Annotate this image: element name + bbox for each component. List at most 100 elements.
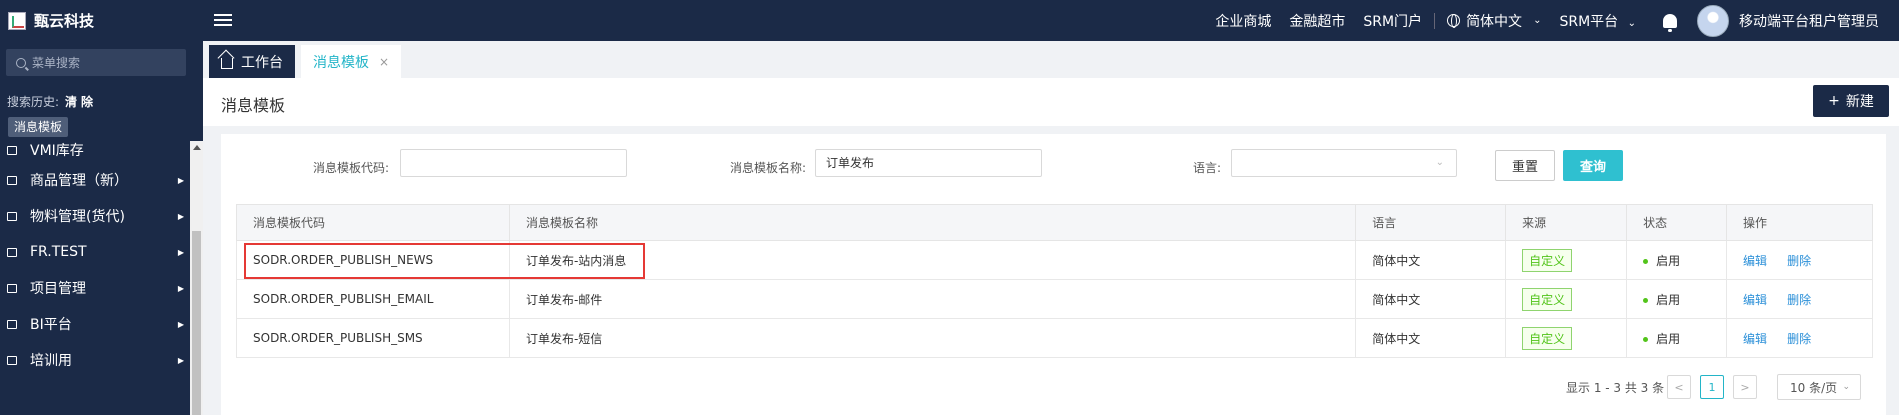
nav-link-mall[interactable]: 企业商城 [1215,11,1271,31]
status-cell: 启用 [1626,240,1728,280]
language-cell: 简体中文 [1355,240,1507,280]
sidebar-scrollbar[interactable] [190,141,203,415]
status-text: 启用 [1656,292,1681,307]
plus-icon: + [1828,93,1840,109]
sidebar-item-label: VMI库存 [30,143,84,159]
scroll-up-icon[interactable] [193,145,201,150]
sidebar-item-projects[interactable]: 项目管理 ▶ [0,274,190,302]
actions-cell: 编辑 删除 [1726,318,1873,358]
edit-link[interactable]: 编辑 [1743,332,1767,346]
status-text: 启用 [1656,331,1681,346]
logo[interactable]: 甄云科技 [0,0,200,41]
delete-link[interactable]: 删除 [1787,254,1811,268]
status-cell: 启用 [1626,279,1728,319]
language-selector[interactable]: 简体中文 ⌄ [1447,11,1541,31]
close-icon[interactable]: × [379,55,389,69]
sidebar-item-materials[interactable]: 物料管理(货代) ▶ [0,202,190,230]
language-cell: 简体中文 [1355,318,1507,358]
delete-link[interactable]: 删除 [1787,332,1811,346]
page-1-button[interactable]: 1 [1700,375,1724,399]
sidebar-item-label: BI平台 [30,317,72,333]
search-history: 搜索历史: 清除 [7,93,97,110]
row-highlight-box [244,243,645,279]
menu-icon [7,319,17,329]
nav-link-srm-portal[interactable]: SRM门户 [1363,11,1422,31]
sidebar-item-label: FR.TEST [30,244,87,260]
edit-link[interactable]: 编辑 [1743,293,1767,307]
table-header-row: 消息模板代码 消息模板名称 语言 来源 状态 操作 [236,204,1873,241]
page-size-select[interactable]: 10 条/页 ⌄ [1777,374,1861,400]
content-panel: 消息模板代码: 消息模板名称: 订单发布 语言: ⌄ 重置 查询 消息模板代码 … [221,134,1886,415]
delete-link[interactable]: 删除 [1787,293,1811,307]
sidebar-item-bi[interactable]: BI平台 ▶ [0,310,190,338]
tab-label: 消息模板 [313,54,369,71]
code-filter-input[interactable] [400,149,627,177]
top-bar: 甄云科技 企业商城 金融超市 SRM门户 简体中文 ⌄ SRM平台 ⌄ 移动端平… [0,0,1899,41]
sidebar-item-vmi[interactable]: VMI库存 [0,136,190,164]
avatar[interactable] [1697,4,1729,37]
language-label: 简体中文 [1466,13,1523,30]
sidebar-item-label: 项目管理 [30,281,86,297]
tab-message-template[interactable]: 消息模板 × [301,45,402,78]
menu-icon [7,283,17,293]
menu-icon [7,175,17,185]
menu-icon [7,247,17,257]
source-cell: 自定义 [1505,279,1628,319]
menu-search-input[interactable]: 菜单搜索 [6,49,186,76]
language-filter-label: 语言: [1193,161,1222,175]
nav-link-finance[interactable]: 金融超市 [1289,11,1345,31]
source-cell: 自定义 [1505,318,1628,358]
edit-link[interactable]: 编辑 [1743,254,1767,268]
nav-divider [1434,12,1436,29]
prev-page-button[interactable]: < [1667,375,1691,399]
menu-icon [7,355,17,365]
scrollbar-thumb[interactable] [192,231,201,415]
menu-icon [7,211,17,221]
column-header[interactable]: 来源 [1505,204,1628,241]
name-filter-input[interactable]: 订单发布 [815,149,1042,177]
chevron-down-icon: ⌄ [1627,17,1636,29]
page-title: 消息模板 [221,96,286,115]
tab-workbench[interactable]: 工作台 [209,45,295,78]
sidebar-item-label: 商品管理（新） [30,173,128,189]
column-header: 操作 [1726,204,1873,241]
column-header[interactable]: 状态 [1626,204,1728,241]
clear-history-button[interactable]: 清除 [65,95,97,109]
template-table: 消息模板代码 消息模板名称 语言 来源 状态 操作 SODR.ORDER_PUB… [236,204,1873,358]
actions-cell: 编辑 删除 [1726,279,1873,319]
sidebar-item-frtest[interactable]: FR.TEST ▶ [0,238,190,266]
chevron-down-icon: ⌄ [1533,15,1542,26]
next-page-button[interactable]: > [1733,375,1757,399]
name-cell: 订单发布-邮件 [508,279,1357,319]
sidebar-item-label: 物料管理(货代) [30,209,125,225]
page-header: 消息模板 + 新建 [203,78,1899,126]
new-button[interactable]: + 新建 [1813,85,1889,117]
status-text: 启用 [1656,253,1681,268]
reset-button[interactable]: 重置 [1495,150,1555,181]
source-badge: 自定义 [1522,248,1573,272]
language-filter-select[interactable]: ⌄ [1231,149,1457,177]
user-name[interactable]: 移动端平台租户管理员 [1739,11,1879,31]
column-header[interactable]: 语言 [1355,204,1507,241]
code-cell: SODR.ORDER_PUBLISH_SMS [236,318,510,358]
code-cell: SODR.ORDER_PUBLISH_EMAIL [236,279,510,319]
caret-right-icon: ▶ [177,211,184,221]
search-icon [16,57,26,68]
bell-icon[interactable] [1663,13,1677,32]
source-badge: 自定义 [1522,287,1573,311]
column-header[interactable]: 消息模板代码 [236,204,510,241]
table-row[interactable]: SODR.ORDER_PUBLISH_EMAIL 订单发布-邮件 简体中文 自定… [236,279,1873,319]
sidebar-item-training[interactable]: 培训用 ▶ [0,346,190,374]
column-header[interactable]: 消息模板名称 [508,204,1357,241]
sidebar-item-goods[interactable]: 商品管理（新） ▶ [0,166,190,194]
history-tag[interactable]: 消息模板 [8,117,69,137]
table-row[interactable]: SODR.ORDER_PUBLISH_SMS 订单发布-短信 简体中文 自定义 … [236,318,1873,358]
status-cell: 启用 [1626,318,1728,358]
caret-right-icon: ▶ [177,319,184,329]
new-button-label: 新建 [1845,94,1874,110]
menu-toggle-icon[interactable] [214,11,232,29]
query-button[interactable]: 查询 [1563,150,1623,181]
globe-icon [1447,14,1461,28]
platform-selector[interactable]: SRM平台 ⌄ [1559,11,1636,31]
status-dot-icon [1643,297,1649,303]
